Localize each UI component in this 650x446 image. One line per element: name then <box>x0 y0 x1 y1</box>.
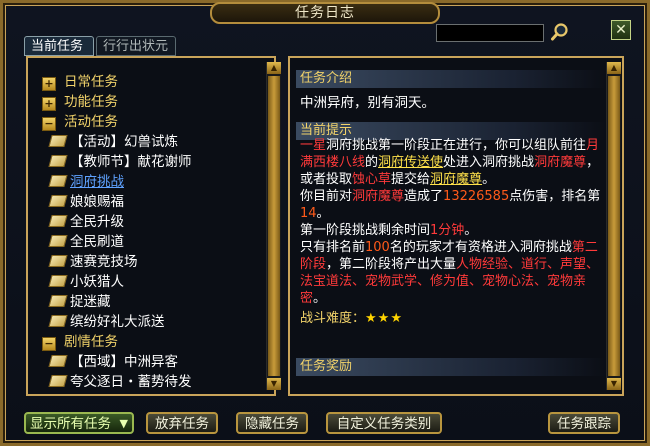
book-icon <box>48 295 68 307</box>
difficulty-stars-icon: ★★★ <box>365 311 403 326</box>
task-item[interactable]: 【活动】幻兽试炼 <box>48 132 178 152</box>
task-detail-panel: 任务介绍 中洲异府，别有洞天。 当前提示 一星洞府挑战第一阶段正在进行，你可以组… <box>288 56 624 396</box>
scroll-thumb[interactable] <box>268 76 280 376</box>
expand-icon[interactable]: + <box>42 97 56 111</box>
book-icon <box>48 195 68 207</box>
task-item[interactable]: 全民刷道 <box>48 232 124 252</box>
reward-header: 任务奖励 <box>296 358 606 376</box>
category-label: 日常任务 <box>64 74 118 90</box>
book-icon <box>48 275 68 287</box>
book-icon <box>48 135 68 147</box>
close-button[interactable]: ✕ <box>611 20 631 40</box>
intro-header: 任务介绍 <box>296 70 606 88</box>
category-function[interactable]: + 功能任务 <box>42 92 118 112</box>
tree-scrollbar[interactable]: ▲ ▼ <box>266 62 281 390</box>
detail-scrollbar[interactable]: ▲ ▼ <box>606 62 621 390</box>
book-icon <box>48 255 68 267</box>
abandon-task-button[interactable]: 放弃任务 <box>146 412 218 434</box>
category-daily[interactable]: + 日常任务 <box>42 72 118 92</box>
category-label: 剧情任务 <box>64 334 118 350</box>
task-item[interactable]: 【教师节】献花谢师 <box>48 152 192 172</box>
category-label: 功能任务 <box>64 94 118 110</box>
intro-text: 中洲异府，别有洞天。 <box>300 95 435 111</box>
book-icon <box>48 375 68 387</box>
custom-category-button[interactable]: 自定义任务类别 <box>326 412 442 434</box>
tab-current-tasks[interactable]: 当前任务 <box>24 36 94 56</box>
category-activity[interactable]: − 活动任务 <box>42 112 118 132</box>
task-item[interactable]: 全民升级 <box>48 212 124 232</box>
show-all-dropdown[interactable]: 显示所有任务 ▼ <box>24 412 134 434</box>
task-item[interactable]: 缤纷好礼大派送 <box>48 312 165 332</box>
tab-career[interactable]: 行行出状元 <box>96 36 176 56</box>
window-title: 任务日志 <box>295 5 355 21</box>
book-icon <box>48 155 68 167</box>
book-icon <box>48 175 68 187</box>
scroll-up-icon[interactable]: ▲ <box>607 62 621 74</box>
search-input[interactable] <box>436 24 544 42</box>
book-icon <box>48 355 68 367</box>
task-item[interactable]: 捉迷藏 <box>48 292 111 312</box>
search-icon[interactable] <box>550 22 570 42</box>
expand-icon[interactable]: + <box>42 77 56 91</box>
collapse-icon[interactable]: − <box>42 117 56 131</box>
book-icon <box>48 235 68 247</box>
task-item-selected[interactable]: 洞府挑战 <box>48 172 124 192</box>
hide-task-button[interactable]: 隐藏任务 <box>236 412 308 434</box>
task-item[interactable]: 夸父逐日・蓄势待发 <box>48 372 192 392</box>
task-tree-panel: + 日常任务 + 功能任务 − 活动任务 【活动】幻兽试炼 【教师节】献花谢师 洞府挑… <box>26 56 281 396</box>
task-item[interactable]: 速赛竞技场 <box>48 252 138 272</box>
link-boss[interactable]: 洞府魔尊 <box>430 172 482 187</box>
track-task-button[interactable]: 任务跟踪 <box>548 412 620 434</box>
scroll-down-icon[interactable]: ▼ <box>267 378 281 390</box>
link-teleporter[interactable]: 洞府传送使 <box>378 155 443 170</box>
scroll-down-icon[interactable]: ▼ <box>607 378 621 390</box>
scroll-thumb[interactable] <box>608 76 620 376</box>
task-item[interactable]: 【西域】中洲异客 <box>48 352 178 372</box>
category-label: 活动任务 <box>64 114 118 130</box>
book-icon <box>48 315 68 327</box>
collapse-icon[interactable]: − <box>42 337 56 351</box>
difficulty: 战斗难度：★★★ <box>300 311 403 326</box>
tips-text: 一星洞府挑战第一阶段正在进行，你可以组队前往月满西楼八线的洞府传送使处进入洞府挑… <box>300 138 601 326</box>
task-item[interactable]: 小妖猎人 <box>48 272 124 292</box>
task-item[interactable]: 娘娘赐福 <box>48 192 124 212</box>
scroll-up-icon[interactable]: ▲ <box>267 62 281 74</box>
dropdown-arrow-icon: ▼ <box>119 417 128 430</box>
category-story[interactable]: − 剧情任务 <box>42 332 118 352</box>
book-icon <box>48 215 68 227</box>
